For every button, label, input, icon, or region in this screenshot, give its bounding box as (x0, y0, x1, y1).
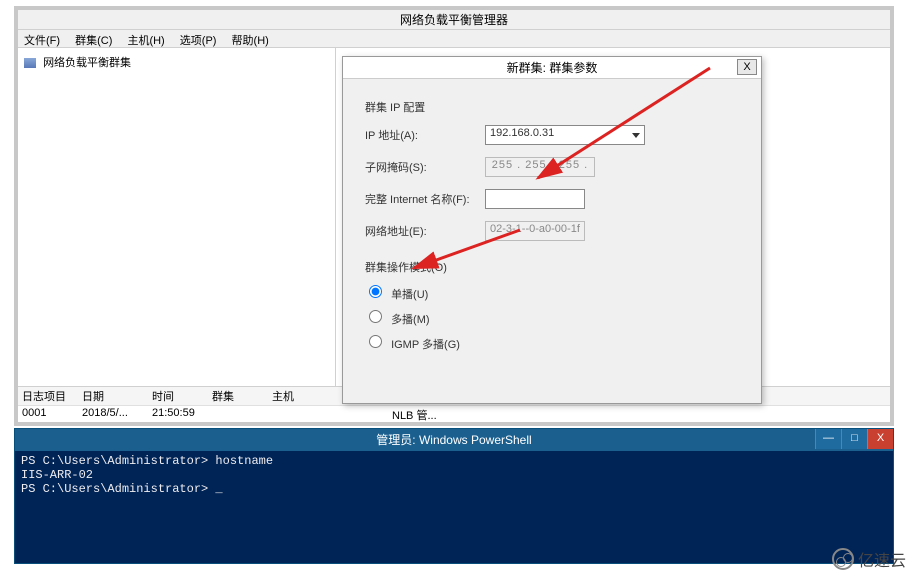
ps-minimize-button[interactable]: — (815, 429, 841, 449)
dialog-close-button[interactable]: X (737, 59, 757, 75)
tree-pane: 网络负载平衡群集 (18, 48, 336, 386)
cluster-icon (24, 58, 36, 68)
radio-unicast[interactable] (369, 285, 382, 298)
subnet-label: 子网掩码(S): (365, 159, 485, 175)
radio-multicast[interactable] (369, 310, 382, 323)
radio-unicast-row[interactable]: 单播(U) (369, 285, 739, 302)
tree-root-item[interactable]: 网络负载平衡群集 (22, 52, 331, 72)
dialog-title: 新群集: 群集参数 X (343, 57, 761, 79)
ps-line-3: PS C:\Users\Administrator> _ (21, 482, 223, 496)
watermark: 亿速云 (832, 547, 906, 571)
radio-multicast-label: 多播(M) (391, 314, 430, 326)
new-cluster-dialog: 新群集: 群集参数 X 群集 IP 配置 IP 地址(A): 192.168.0… (342, 56, 762, 404)
radio-igmp-label: IGMP 多播(G) (391, 339, 460, 351)
ip-address-label: IP 地址(A): (365, 127, 485, 143)
mac-label: 网络地址(E): (365, 223, 485, 239)
radio-unicast-label: 单播(U) (391, 289, 428, 301)
dialog-body: 群集 IP 配置 IP 地址(A): 192.168.0.31 子网掩码(S):… (343, 79, 761, 374)
log-col-date[interactable]: 日期 (82, 388, 152, 404)
menu-help[interactable]: 帮助(H) (232, 35, 269, 47)
tree-root-label: 网络负载平衡群集 (43, 57, 131, 69)
log-cell-host (272, 407, 392, 423)
log-col-time[interactable]: 时间 (152, 388, 212, 404)
menu-bar: 文件(F) 群集(C) 主机(H) 选项(P) 帮助(H) (18, 30, 890, 48)
radio-multicast-row[interactable]: 多播(M) (369, 310, 739, 327)
ps-maximize-button[interactable]: □ (841, 429, 867, 449)
log-cell-time: 21:50:59 (152, 407, 212, 423)
log-row[interactable]: 0001 2018/5/... 21:50:59 NLB 管... (18, 406, 890, 424)
powershell-title: 管理员: Windows PowerShell — □ X (15, 429, 893, 451)
ps-close-button[interactable]: X (867, 429, 893, 449)
log-cell-date: 2018/5/... (82, 407, 152, 423)
mode-section-label: 群集操作模式(O) (365, 259, 739, 275)
internet-name-label: 完整 Internet 名称(F): (365, 191, 485, 207)
powershell-window-buttons: — □ X (815, 429, 893, 449)
ps-line-2: IIS-ARR-02 (21, 468, 93, 482)
ip-address-input[interactable]: 192.168.0.31 (485, 125, 645, 145)
dialog-title-text: 新群集: 群集参数 (507, 61, 598, 75)
mac-input: 02-3-1--0-a0-00-1f (485, 221, 585, 241)
log-cell-desc: NLB 管... (392, 407, 452, 423)
log-col-cluster[interactable]: 群集 (212, 388, 272, 404)
radio-igmp[interactable] (369, 335, 382, 348)
log-cell-cluster (212, 407, 272, 423)
powershell-terminal[interactable]: PS C:\Users\Administrator> hostname IIS-… (15, 451, 893, 563)
watermark-icon (832, 548, 854, 570)
radio-igmp-row[interactable]: IGMP 多播(G) (369, 335, 739, 352)
window-title: 网络负载平衡管理器 (18, 10, 890, 30)
powershell-window: 管理员: Windows PowerShell — □ X PS C:\User… (14, 428, 894, 564)
ps-line-1: PS C:\Users\Administrator> hostname (21, 454, 273, 468)
log-cell-entry: 0001 (22, 407, 82, 423)
menu-file[interactable]: 文件(F) (24, 35, 60, 47)
subnet-input: 255 . 255 . 255 . (485, 157, 595, 177)
ip-section-label: 群集 IP 配置 (365, 99, 739, 115)
menu-host[interactable]: 主机(H) (127, 35, 164, 47)
internet-name-input[interactable] (485, 189, 585, 209)
watermark-text: 亿速云 (858, 547, 906, 571)
log-col-entry[interactable]: 日志项目 (22, 388, 82, 404)
menu-options[interactable]: 选项(P) (180, 35, 217, 47)
menu-cluster[interactable]: 群集(C) (75, 35, 112, 47)
powershell-title-text: 管理员: Windows PowerShell (376, 433, 531, 447)
